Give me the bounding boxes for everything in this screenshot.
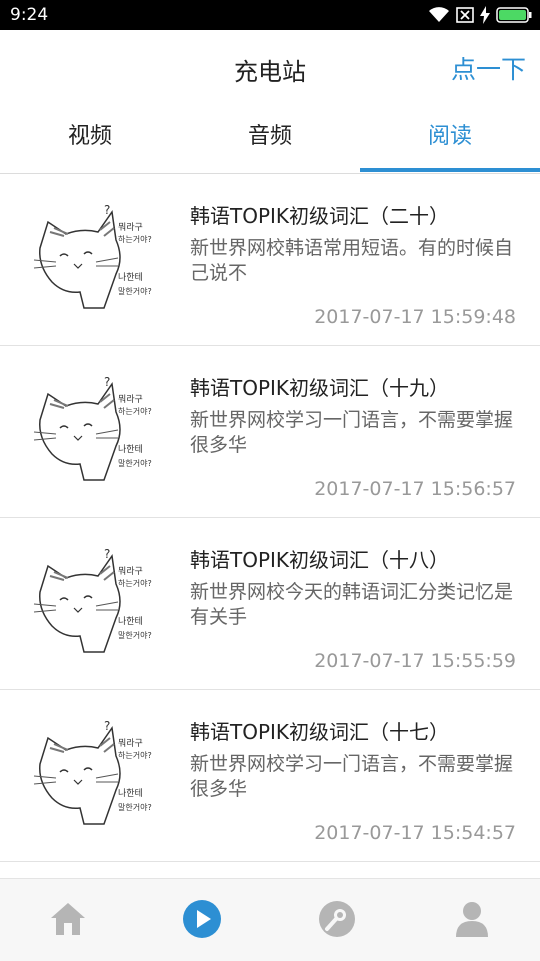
- nav-play[interactable]: [182, 899, 222, 939]
- play-circle-icon: [183, 900, 221, 938]
- header: 充电站 点一下: [0, 30, 540, 108]
- status-icons: [428, 5, 532, 25]
- status-time: 9:24: [10, 5, 49, 25]
- active-tab-indicator: [360, 168, 540, 172]
- article-title: 韩语TOPIK初级词汇（十八）: [190, 548, 450, 572]
- nav-home[interactable]: [48, 899, 88, 939]
- article-timestamp: 2017-07-17 15:59:48: [314, 306, 516, 328]
- thumb-text-2: 하는거야?: [118, 234, 152, 244]
- article-title: 韩语TOPIK初级词汇（十九）: [190, 376, 450, 400]
- list-item[interactable]: ? 뭐라구 하는거야? 나한테 말한거야? 韩语TOPIK初级词汇（十九） 新世…: [0, 346, 540, 518]
- charging-icon: [480, 6, 490, 24]
- cat-illustration: ? 뭐라구 하는거야? 나한테 말한거야?: [33, 203, 152, 309]
- article-timestamp: 2017-07-17 15:56:57: [314, 478, 516, 500]
- person-icon: [456, 902, 488, 937]
- cat-illustration: ? 뭐라구 하는거야? 나한테 말한거야?: [33, 719, 152, 825]
- thumb-text-1: 뭐라구: [118, 393, 143, 405]
- tab-reading[interactable]: 阅读: [360, 108, 540, 172]
- wifi-icon: [429, 7, 449, 22]
- thumb-text-3: 나한테: [118, 788, 143, 799]
- tab-audio[interactable]: 音频: [180, 108, 360, 172]
- nav-profile[interactable]: [452, 899, 492, 939]
- cat-illustration: ? 뭐라구 하는거야? 나한테 말한거야?: [33, 547, 152, 653]
- thumb-text-4: 말한거야?: [118, 630, 152, 640]
- thumb-text-2: 하는거야?: [118, 750, 152, 760]
- article-summary: 新世界网校学习一门语言，不需要掌握很多华: [190, 409, 514, 456]
- article-title: 韩语TOPIK初级词汇（十七）: [190, 720, 450, 744]
- thumb-text-2: 하는거야?: [118, 578, 152, 588]
- cat-thumbnail: ? 뭐라구 하는거야? 나한테 말한거야?: [20, 716, 160, 836]
- article-timestamp: 2017-07-17 15:55:59: [314, 650, 516, 672]
- article-summary: 新世界网校今天的韩语词汇分类记忆是有关手: [190, 581, 514, 628]
- list-item[interactable]: ? 뭐라구 하는거야? 나한테 말한거야? 韩语TOPIK初级词汇（十八） 新世…: [0, 518, 540, 690]
- cat-illustration: ? 뭐라구 하는거야? 나한테 말한거야?: [33, 375, 152, 481]
- article-timestamp: 2017-07-17 15:54:57: [314, 822, 516, 844]
- article-title: 韩语TOPIK初级词汇（二十）: [190, 204, 450, 228]
- tap-action-button[interactable]: 点一下: [451, 50, 526, 86]
- thumb-text-3: 나한테: [118, 444, 143, 455]
- bottom-nav: [0, 878, 540, 961]
- thumb-question-mark: ?: [104, 375, 110, 389]
- article-list: ? 뭐라구 하는거야? 나한테 말한거야? 韩语TOPIK初级词汇（二十） 新世…: [0, 174, 540, 862]
- article-summary: 新世界网校韩语常用短语。有的时候自己说不: [190, 237, 514, 284]
- article-summary: 新世界网校学习一门语言，不需要掌握很多华: [190, 753, 514, 800]
- thumb-text-4: 말한거야?: [118, 286, 152, 296]
- thumb-question-mark: ?: [104, 203, 110, 217]
- thumb-text-2: 하는거야?: [118, 406, 152, 416]
- home-icon: [51, 903, 85, 935]
- tab-label: 视频: [67, 124, 112, 149]
- status-bar: 9:24: [0, 0, 540, 30]
- thumb-text-1: 뭐라구: [118, 565, 143, 577]
- list-item[interactable]: ? 뭐라구 하는거야? 나한테 말한거야? 韩语TOPIK初级词汇（十七） 新世…: [0, 690, 540, 862]
- cat-thumbnail: ? 뭐라구 하는거야? 나한테 말한거야?: [20, 372, 160, 492]
- cat-thumbnail: ? 뭐라구 하는거야? 나한테 말한거야?: [20, 544, 160, 664]
- tab-bar: 视频 音频 阅读: [0, 108, 540, 174]
- nav-tools[interactable]: [317, 899, 357, 939]
- thumb-text-1: 뭐라구: [118, 221, 143, 233]
- sim-disabled-icon: [456, 7, 474, 23]
- thumb-text-4: 말한거야?: [118, 458, 152, 468]
- battery-icon: [496, 7, 532, 23]
- list-item[interactable]: ? 뭐라구 하는거야? 나한테 말한거야? 韩语TOPIK初级词汇（二十） 新世…: [0, 174, 540, 346]
- tab-video[interactable]: 视频: [0, 108, 180, 172]
- thumb-question-mark: ?: [104, 547, 110, 561]
- thumb-text-3: 나한테: [118, 272, 143, 283]
- thumb-text-1: 뭐라구: [118, 737, 143, 749]
- thumb-text-3: 나한테: [118, 616, 143, 627]
- cat-thumbnail: ? 뭐라구 하는거야? 나한테 말한거야?: [20, 200, 160, 320]
- tab-label: 阅读: [427, 124, 472, 149]
- tab-label: 音频: [247, 124, 292, 149]
- wrench-icon: [319, 901, 355, 937]
- thumb-text-4: 말한거야?: [118, 802, 152, 812]
- thumb-question-mark: ?: [104, 719, 110, 733]
